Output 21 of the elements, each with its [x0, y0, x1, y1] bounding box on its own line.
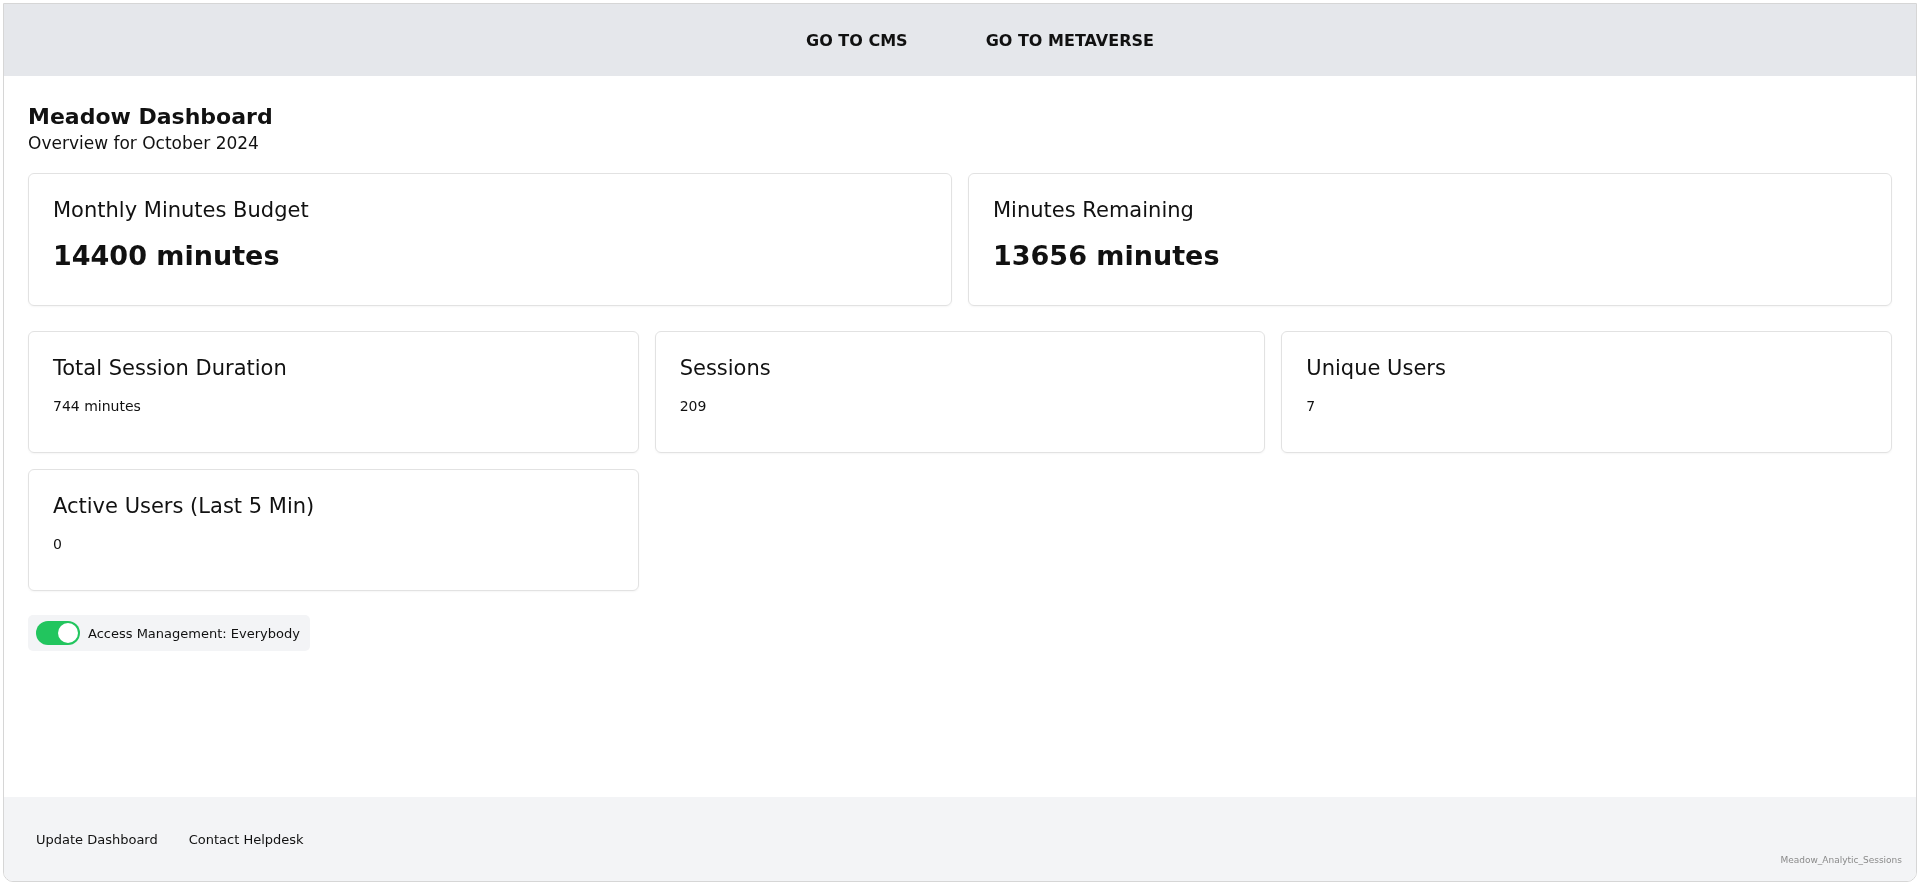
stat-value: 744 minutes — [53, 398, 142, 414]
footer-caption: Meadow_Analytic_Sessions — [1780, 855, 1902, 865]
stat-label: Sessions — [679, 356, 772, 380]
nav-link[interactable]: GO TO METAVERSE — [985, 30, 1154, 50]
stat-value: 7 — [1306, 398, 1317, 414]
stat-label: Total Session Duration — [53, 356, 288, 380]
stat-value: 0 — [53, 536, 63, 552]
stat-label: Active Users (Last 5 Min) — [53, 494, 316, 518]
stat-value: 209 — [679, 398, 708, 414]
nav-link[interactable]: GO TO CMS — [806, 30, 908, 50]
footer-link[interactable]: Contact Helpdesk — [188, 831, 304, 847]
stat-label: Minutes Remaining — [993, 198, 1195, 222]
toggle-label: Access Management: Everybody — [88, 625, 300, 641]
footer-link[interactable]: Update Dashboard — [36, 831, 158, 847]
toggle-switch[interactable] — [36, 621, 80, 645]
stat-label: Monthly Minutes Budget — [53, 198, 310, 222]
dashboard-subtitle: Overview for October 2024 — [28, 133, 260, 153]
stat-value: 13656 minutes — [993, 240, 1221, 271]
stat-label: Unique Users — [1306, 356, 1447, 380]
stat-value: 14400 minutes — [53, 240, 281, 271]
dashboard-title: Meadow Dashboard — [28, 104, 274, 129]
